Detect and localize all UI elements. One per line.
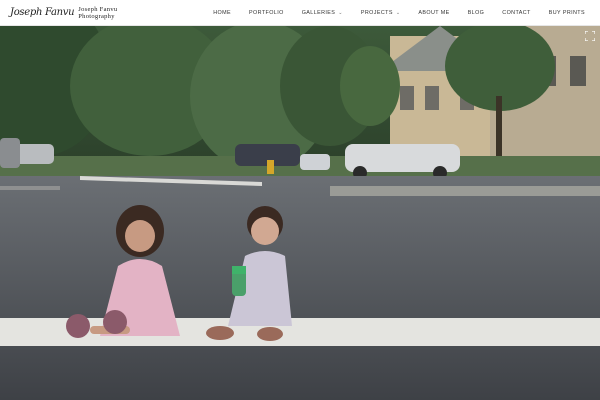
nav-item-blog[interactable]: BLOG — [459, 10, 494, 16]
logo-subtitle: Photography — [78, 12, 115, 20]
nav-item-buy-prints[interactable]: BUY PRINTS — [540, 10, 594, 16]
chevron-down-icon: ⌄ — [395, 10, 401, 16]
nav-item-home[interactable]: HOME — [204, 10, 240, 16]
logo-wordmark: Joseph Fanvu Photography — [78, 6, 117, 20]
logo-name: Joseph Fanvu — [78, 5, 118, 13]
nav-item-projects[interactable]: PROJECTS ⌄ — [352, 10, 410, 16]
nav-item-contact[interactable]: CONTACT — [493, 10, 539, 16]
nav-item-portfolio[interactable]: PORTFOLIO — [240, 10, 293, 16]
nav-label: CONTACT — [502, 10, 531, 16]
site-logo[interactable]: Joseph Fanvu Joseph Fanvu Photography — [10, 0, 117, 26]
hero-photo — [0, 26, 600, 400]
main-nav: HOME PORTFOLIO GALLERIES ⌄ PROJECTS ⌄ ABOU… — [204, 0, 594, 26]
nav-label: BUY PRINTS — [548, 10, 585, 16]
expand-icon[interactable] — [585, 31, 595, 41]
chevron-down-icon: ⌄ — [338, 10, 343, 16]
nav-label: PROJECTS — [360, 10, 393, 16]
nav-item-galleries[interactable]: GALLERIES ⌄ — [293, 10, 352, 16]
nav-label: HOME — [213, 10, 232, 16]
site-header: Joseph Fanvu Joseph Fanvu Photography HO… — [0, 0, 600, 26]
nav-label: ABOUT ME — [418, 10, 450, 16]
street-scene-photo — [0, 26, 600, 400]
nav-label: PORTFOLIO — [249, 10, 284, 16]
nav-label: BLOG — [467, 10, 485, 16]
nav-label: GALLERIES — [301, 10, 336, 16]
nav-item-about-me[interactable]: ABOUT ME — [409, 10, 458, 16]
logo-signature: Joseph Fanvu — [10, 7, 75, 18]
